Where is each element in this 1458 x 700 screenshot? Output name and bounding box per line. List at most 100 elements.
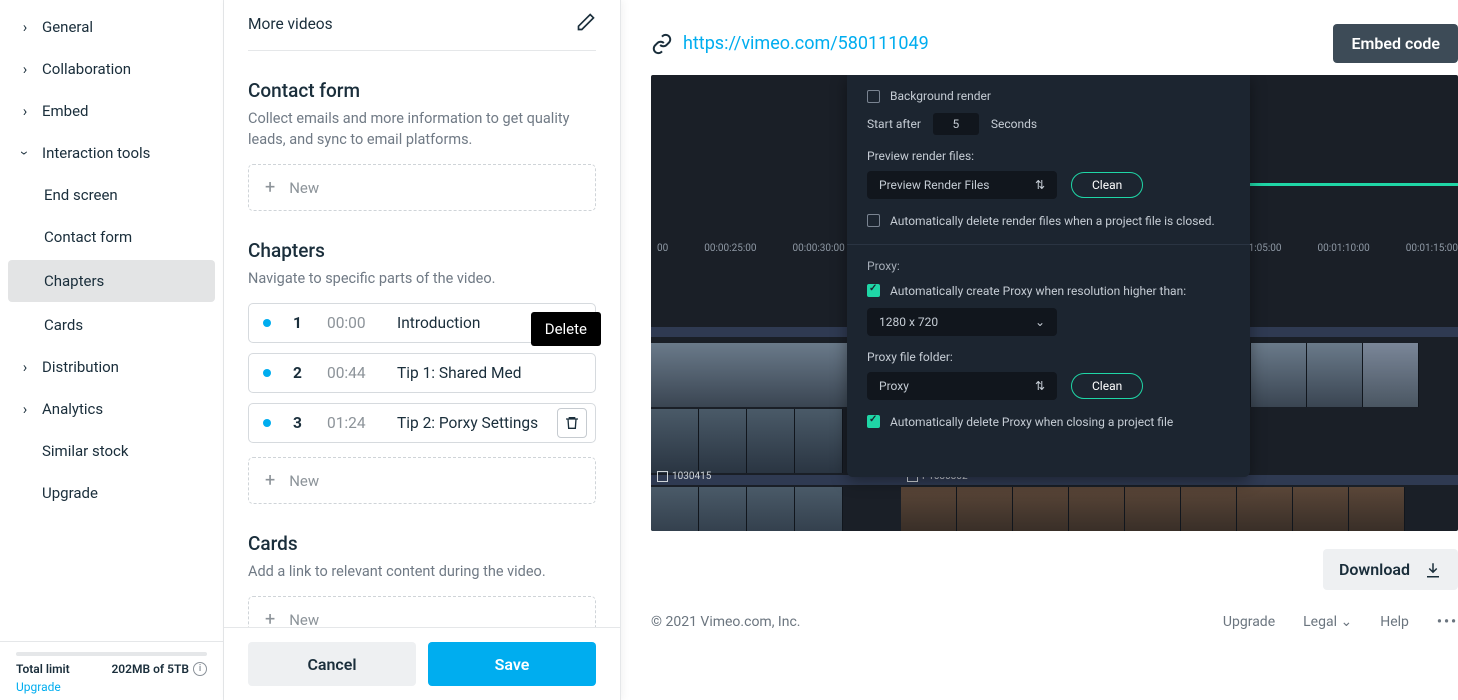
- nav-general[interactable]: ›General: [0, 6, 223, 48]
- updown-icon: ⇅: [1035, 178, 1045, 192]
- clip-thumb: [1363, 343, 1419, 407]
- preview-render-select[interactable]: Preview Render Files⇅: [867, 171, 1057, 199]
- clip-thumb: [901, 487, 957, 531]
- delete-chapter-button[interactable]: [557, 408, 587, 438]
- more-icon[interactable]: •••: [1437, 614, 1458, 630]
- auto-delete-proxy-checkbox[interactable]: Automatically delete Proxy when closing …: [867, 414, 1230, 431]
- add-chapter-button[interactable]: +New: [248, 457, 596, 504]
- clip-thumb: [651, 487, 699, 531]
- preview-pane: https://vimeo.com/580111049 Embed code 0…: [621, 0, 1458, 700]
- embed-code-button[interactable]: Embed code: [1333, 24, 1458, 63]
- settings-panel: More videos Contact form Collect emails …: [224, 0, 621, 700]
- clip-thumb: [1069, 487, 1125, 531]
- updown-icon: ⇅: [1035, 379, 1045, 393]
- contact-form-title: Contact form: [248, 79, 596, 102]
- resolution-select[interactable]: 1280 x 720⌄: [867, 308, 1057, 336]
- clean-render-button[interactable]: Clean: [1071, 172, 1143, 198]
- render-settings-panel: Background render Start afterSeconds Pre…: [847, 75, 1250, 477]
- clip-thumb: [1293, 487, 1349, 531]
- chevron-down-icon: ›: [16, 146, 34, 160]
- auto-proxy-checkbox[interactable]: Automatically create Proxy when resoluti…: [867, 283, 1230, 300]
- start-after-input[interactable]: [933, 113, 979, 135]
- cards-desc: Add a link to relevant content during th…: [248, 561, 596, 582]
- background-render-checkbox[interactable]: Background render: [867, 89, 1230, 103]
- footer-upgrade[interactable]: Upgrade: [1223, 614, 1275, 630]
- trash-icon: [564, 415, 580, 431]
- plus-icon: +: [265, 470, 275, 491]
- delete-tooltip: Delete: [531, 312, 601, 346]
- chapter-list: 1 00:00 Introduction 2 00:44 Tip 1: Shar…: [248, 303, 596, 443]
- limit-label: Total limit: [16, 662, 70, 676]
- chevron-right-icon: ›: [18, 358, 32, 376]
- nav-contact-form[interactable]: Contact form: [0, 216, 223, 258]
- chevron-right-icon: ›: [18, 60, 32, 78]
- chevron-down-icon: ⌄: [1035, 315, 1045, 329]
- chapter-dot-icon: [263, 369, 271, 377]
- edit-icon[interactable]: [576, 12, 596, 36]
- chapter-dot-icon: [263, 419, 271, 427]
- nav-collaboration[interactable]: ›Collaboration: [0, 48, 223, 90]
- clean-proxy-button[interactable]: Clean: [1071, 373, 1143, 399]
- clip-thumb: [1181, 487, 1237, 531]
- contact-form-desc: Collect emails and more information to g…: [248, 108, 596, 150]
- more-videos-label: More videos: [248, 15, 333, 33]
- clip-thumb: [1237, 487, 1293, 531]
- upgrade-link[interactable]: Upgrade: [16, 680, 207, 694]
- video-url[interactable]: https://vimeo.com/580111049: [683, 33, 929, 54]
- footer-help[interactable]: Help: [1380, 614, 1409, 630]
- nav-end-screen[interactable]: End screen: [0, 174, 223, 216]
- info-icon[interactable]: i: [193, 662, 207, 676]
- clip-label: 1030415: [657, 471, 711, 482]
- clip-thumb: [699, 487, 747, 531]
- clip-thumb: [1307, 343, 1363, 407]
- playhead-bar: [1248, 183, 1458, 186]
- auto-delete-render-checkbox[interactable]: Automatically delete render files when a…: [867, 213, 1230, 230]
- save-button[interactable]: Save: [428, 642, 596, 686]
- clip-thumb: [651, 409, 699, 473]
- chapters-desc: Navigate to specific parts of the video.: [248, 268, 596, 289]
- chevron-right-icon: ›: [18, 400, 32, 418]
- chapter-row[interactable]: 2 00:44 Tip 1: Shared Med Delete: [248, 353, 596, 393]
- add-card-button[interactable]: +New: [248, 596, 596, 627]
- chapter-row[interactable]: 3 01:24 Tip 2: Porxy Settings: [248, 403, 596, 443]
- nav-embed[interactable]: ›Embed: [0, 90, 223, 132]
- nav-distribution[interactable]: ›Distribution: [0, 346, 223, 388]
- footer-legal[interactable]: Legal ⌄: [1303, 614, 1352, 630]
- clip-thumb: [1125, 487, 1181, 531]
- cancel-button[interactable]: Cancel: [248, 642, 416, 686]
- plus-icon: +: [265, 177, 275, 198]
- chapters-title: Chapters: [248, 239, 596, 262]
- nav-chapters[interactable]: Chapters: [8, 260, 215, 302]
- nav-interaction-tools[interactable]: ›Interaction tools: [0, 132, 223, 174]
- clip-thumb: [699, 409, 747, 473]
- download-icon: [1424, 561, 1442, 579]
- chevron-down-icon: ⌄: [1340, 614, 1352, 630]
- add-contact-form-button[interactable]: +New: [248, 164, 596, 211]
- clip-thumb: [1349, 487, 1405, 531]
- page-footer: © 2021 Vimeo.com, Inc. Upgrade Legal ⌄ H…: [651, 590, 1458, 630]
- chevron-right-icon: ›: [18, 102, 32, 120]
- sidebar: ›General ›Collaboration ›Embed ›Interact…: [0, 0, 224, 700]
- download-button[interactable]: Download: [1323, 549, 1458, 590]
- storage-bar: [16, 652, 207, 656]
- clip-thumb: [795, 487, 843, 531]
- nav-upgrade[interactable]: Upgrade: [0, 472, 223, 514]
- clip-thumb: [1251, 343, 1307, 407]
- limit-value: 202MB of 5TB: [111, 662, 189, 676]
- video-player[interactable]: 0000:00:25:0000:00:30:0000:00:35:00 00:0…: [651, 75, 1458, 531]
- link-icon: [651, 33, 673, 55]
- copyright: © 2021 Vimeo.com, Inc.: [651, 614, 801, 630]
- nav-cards[interactable]: Cards: [0, 304, 223, 346]
- image-icon: [657, 471, 668, 482]
- proxy-folder-select[interactable]: Proxy⇅: [867, 372, 1057, 400]
- clip-thumb: [795, 409, 843, 473]
- chevron-right-icon: ›: [18, 18, 32, 36]
- clip-thumb: [747, 487, 795, 531]
- clip-thumb: [957, 487, 1013, 531]
- cards-title: Cards: [248, 532, 596, 555]
- clip-thumb: [1013, 487, 1069, 531]
- nav-similar-stock[interactable]: Similar stock: [0, 430, 223, 472]
- clip-thumb: [747, 409, 795, 473]
- nav-analytics[interactable]: ›Analytics: [0, 388, 223, 430]
- timeline-ruler: 00:01:05:0000:01:10:0000:01:15:00: [1229, 243, 1458, 261]
